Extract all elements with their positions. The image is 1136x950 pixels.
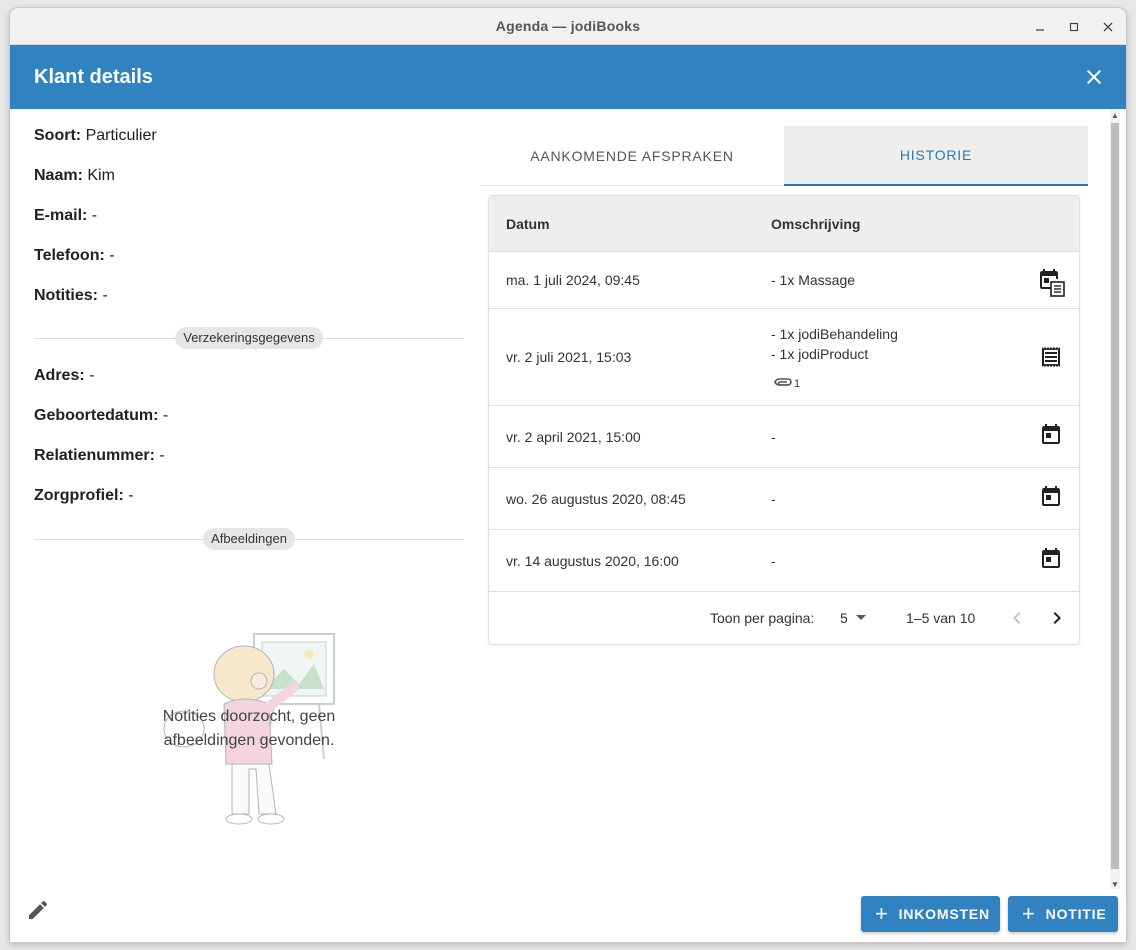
row-date: vr. 2 juli 2021, 15:03: [506, 349, 632, 365]
rows-per-page-value: 5: [840, 610, 848, 626]
table-row[interactable]: wo. 26 augustus 2020, 08:45 -: [489, 468, 1079, 530]
scrollbar-thumb[interactable]: [1111, 123, 1119, 869]
images-divider: Afbeeldingen: [34, 528, 464, 550]
field-naam: Naam: Kim: [34, 167, 115, 185]
row-date: ma. 1 juli 2024, 09:45: [506, 272, 640, 288]
app-window: Agenda — jodiBooks Klant details Soort: …: [10, 8, 1126, 942]
attachment-number: 1: [794, 378, 801, 390]
tab-upcoming-appointments[interactable]: Aankomende afspraken: [480, 126, 784, 186]
field-value: Kim: [87, 167, 115, 184]
edit-icon[interactable]: [26, 898, 50, 922]
row-description: -: [771, 489, 776, 509]
rows-per-page-select[interactable]: 5: [840, 610, 866, 626]
insurance-divider: Verzekeringsgegevens: [34, 327, 464, 349]
calendar-icon[interactable]: [1039, 484, 1063, 508]
field-adres: Adres: -: [34, 367, 94, 385]
calendar-icon[interactable]: [1039, 422, 1063, 446]
row-description: -: [771, 551, 776, 571]
description-line: -: [771, 552, 776, 569]
field-label: Geboortedatum:: [34, 407, 159, 424]
row-date: wo. 26 augustus 2020, 08:45: [506, 490, 686, 507]
table-header: Datum Omschrijving: [489, 196, 1079, 252]
field-soort: Soort: Particulier: [34, 127, 157, 145]
scroll-up-icon[interactable]: ▲: [1111, 111, 1119, 120]
window-controls: [1030, 8, 1118, 45]
description-line: - 1x jodiBehandeling: [771, 326, 898, 342]
field-value: -: [159, 447, 165, 464]
field-label: Relatienummer:: [34, 447, 155, 464]
field-value: -: [89, 367, 95, 384]
close-icon[interactable]: [1082, 65, 1106, 89]
field-relatienummer: Relatienummer: -: [34, 447, 165, 465]
add-income-label: INKOMSTEN: [898, 906, 990, 922]
field-label: Notities:: [34, 287, 98, 304]
table-row[interactable]: vr. 2 juli 2021, 15:03 - 1x jodiBehandel…: [489, 309, 1079, 406]
vertical-scrollbar[interactable]: ▲ ▼: [1110, 109, 1120, 889]
next-page-icon[interactable]: [1045, 606, 1069, 630]
table-row[interactable]: vr. 14 augustus 2020, 16:00 -: [489, 530, 1079, 592]
field-label: Adres:: [34, 367, 85, 384]
images-chip: Afbeeldingen: [203, 528, 295, 550]
row-description: -: [771, 427, 776, 447]
page-range: 1–5 van 10: [906, 610, 976, 626]
description-line: - 1x jodiProduct: [771, 346, 869, 362]
window-close-icon[interactable]: [1098, 17, 1118, 37]
field-label: Zorgprofiel:: [34, 487, 124, 504]
dialog-content: Soort: Particulier Naam: Kim E-mail: - T…: [10, 109, 1112, 889]
column-header-datum[interactable]: Datum: [506, 216, 550, 232]
paperclip-icon: [774, 378, 792, 386]
attachment-count[interactable]: 1: [771, 366, 898, 390]
field-value: -: [109, 247, 115, 264]
tab-history[interactable]: Historie: [784, 126, 1088, 186]
calendar-invoice-icon[interactable]: [1039, 268, 1065, 297]
field-label: E-mail:: [34, 207, 88, 224]
description-line: -: [771, 490, 776, 507]
history-table: Datum Omschrijving ma. 1 juli 2024, 09:4…: [488, 195, 1080, 645]
previous-page-icon[interactable]: [1005, 606, 1029, 630]
column-header-omschrijving[interactable]: Omschrijving: [771, 216, 860, 232]
field-geboortedatum: Geboortedatum: -: [34, 407, 168, 425]
row-description: - 1x jodiBehandeling - 1x jodiProduct 1: [771, 324, 898, 390]
add-income-button[interactable]: + INKOMSTEN: [861, 896, 1000, 932]
field-zorgprofiel: Zorgprofiel: -: [34, 487, 134, 505]
scroll-down-icon[interactable]: ▼: [1111, 880, 1119, 889]
table-row[interactable]: ma. 1 juli 2024, 09:45 - 1x Massage: [489, 252, 1079, 309]
field-label: Telefoon:: [34, 247, 105, 264]
maximize-icon[interactable]: [1064, 17, 1084, 37]
description-line: -: [771, 428, 776, 445]
rows-per-page-label: Toon per pagina:: [710, 610, 815, 626]
dialog-footer: + INKOMSTEN + NOTITIE: [10, 890, 1126, 942]
row-date: vr. 14 augustus 2020, 16:00: [506, 552, 679, 569]
calendar-icon[interactable]: [1039, 546, 1063, 570]
row-date: vr. 2 april 2021, 15:00: [506, 428, 641, 445]
minimize-icon[interactable]: [1030, 17, 1050, 37]
field-label: Soort:: [34, 127, 82, 144]
plus-icon: +: [1022, 901, 1036, 926]
images-empty-message: Notities doorzocht, geen afbeeldingen ge…: [162, 708, 336, 749]
insurance-chip: Verzekeringsgegevens: [175, 327, 323, 349]
table-row[interactable]: vr. 2 april 2021, 15:00 -: [489, 406, 1079, 468]
table-pagination: Toon per pagina: 5 1–5 van 10: [489, 592, 1079, 644]
row-description: - 1x Massage: [771, 270, 855, 290]
tabs: Aankomende afspraken Historie: [480, 126, 1088, 186]
field-value: -: [162, 407, 169, 424]
field-value: Particulier: [85, 127, 157, 144]
field-telefoon: Telefoon: -: [34, 247, 115, 265]
chevron-down-icon: [855, 615, 866, 620]
add-note-button[interactable]: + NOTITIE: [1008, 896, 1118, 932]
invoice-icon[interactable]: [1039, 345, 1063, 369]
field-value: -: [91, 207, 98, 224]
plus-icon: +: [875, 901, 889, 926]
window-title: Agenda — jodiBooks: [495, 18, 641, 34]
description-line: - 1x Massage: [771, 272, 856, 288]
window-titlebar: Agenda — jodiBooks: [10, 8, 1126, 45]
field-label: Naam:: [34, 167, 83, 184]
field-email: E-mail: -: [34, 207, 97, 225]
dialog-header: Klant details: [10, 45, 1126, 109]
field-value: -: [128, 487, 134, 504]
field-value: -: [102, 287, 108, 304]
field-notities: Notities: -: [34, 287, 108, 305]
dialog-title: Klant details: [34, 65, 153, 88]
add-note-label: NOTITIE: [1045, 906, 1107, 922]
